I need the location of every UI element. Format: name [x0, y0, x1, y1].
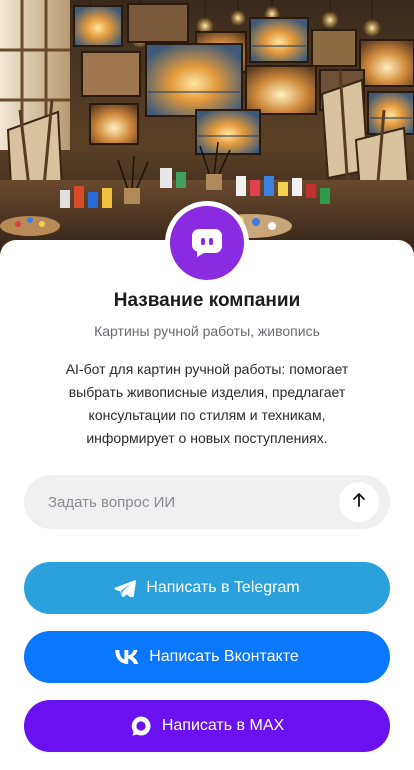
company-subtitle: Картины ручной работы, живопись — [94, 323, 320, 339]
company-name: Название компании — [113, 290, 301, 311]
vk-icon — [115, 650, 139, 664]
avatar-circle — [170, 206, 244, 280]
send-button[interactable] — [339, 482, 379, 522]
ask-ai-field — [24, 475, 390, 529]
arrow-up-icon — [351, 492, 367, 513]
telegram-icon — [114, 579, 137, 597]
max-button-label: Написать в MAX — [161, 717, 285, 734]
ask-ai-input[interactable] — [48, 475, 348, 529]
telegram-button-label: Написать в Telegram — [146, 579, 300, 596]
page: Название компании Картины ручной работы,… — [0, 0, 414, 770]
vk-button-label: Написать Вконтакте — [149, 648, 299, 665]
company-description: AI-бот для картин ручной работы: помогае… — [65, 361, 349, 446]
vk-button[interactable]: Написать Вконтакте — [24, 631, 390, 683]
max-icon — [130, 715, 152, 737]
max-button[interactable]: Написать в MAX — [24, 700, 390, 752]
telegram-button[interactable]: Написать в Telegram — [24, 562, 390, 614]
company-avatar — [165, 201, 249, 285]
chat-bot-icon — [190, 224, 224, 263]
